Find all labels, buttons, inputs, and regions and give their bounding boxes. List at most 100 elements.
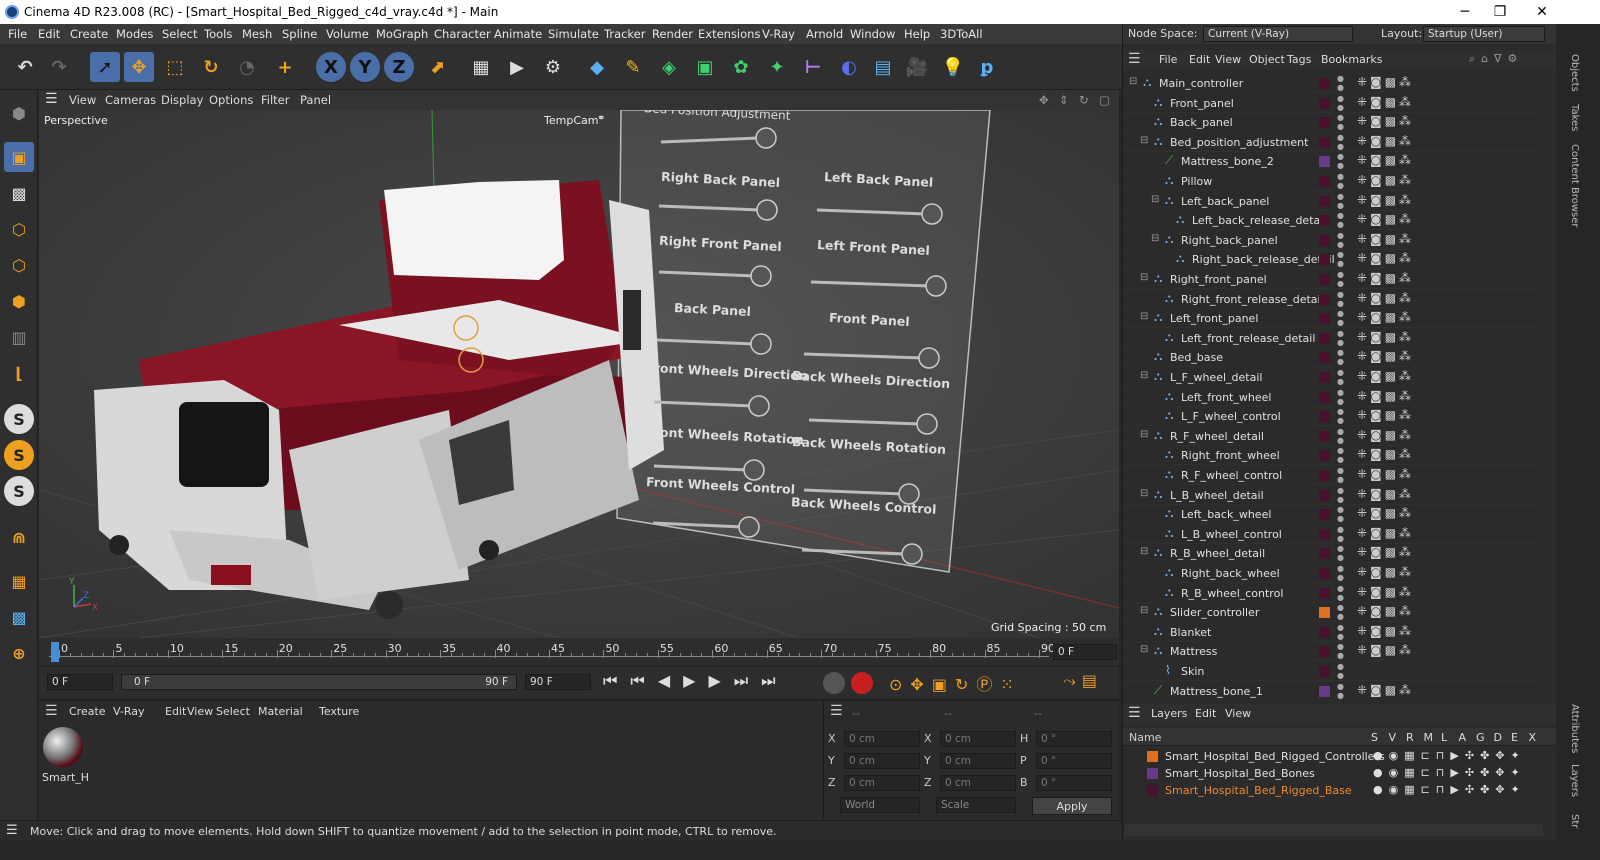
side-tab-str[interactable]: Str (1569, 814, 1580, 828)
visibility-dots-icon[interactable]: ● ● (1337, 250, 1344, 268)
slider-knob[interactable] (738, 516, 760, 538)
viewport-hamburger-icon[interactable]: ☰ (45, 91, 58, 107)
current-frame-field[interactable]: 0 F (1053, 644, 1117, 660)
object-row[interactable]: ⊟ ⛬ Slider_controller ● ● ⁜◙▩⁂ (1123, 603, 1543, 623)
visibility-dots-icon[interactable]: ● ● (1337, 642, 1344, 660)
object-name[interactable]: Right_back_wheel (1181, 567, 1280, 580)
object-name[interactable]: Bed_position_adjustment (1170, 136, 1308, 149)
object-row[interactable]: ⛬ R_B_wheel_control ● ● ⁜◙▩⁂ (1123, 584, 1543, 603)
object-row[interactable]: ⊟ ⛬ R_F_wheel_detail ● ● ⁜◙▩⁂ (1123, 427, 1543, 446)
layer-color-swatch[interactable] (1319, 254, 1330, 266)
layer-color-swatch[interactable] (1319, 117, 1330, 129)
menu-render[interactable]: Render (652, 27, 693, 41)
viewport-menu-options[interactable]: Options (209, 93, 253, 107)
record-off-icon[interactable] (823, 672, 845, 694)
object-row[interactable]: ⛬ Bed_base ● ● ⁜◙▩⁂ (1123, 348, 1543, 368)
uv-mode-icon[interactable]: ▥ (4, 322, 34, 352)
fold-toggle-icon[interactable]: ⊟ (1140, 488, 1148, 499)
visibility-dots-icon[interactable]: ● ● (1337, 466, 1344, 484)
layout-dropdown[interactable]: Startup (User) (1423, 26, 1545, 42)
material-menu-view[interactable]: View (187, 705, 213, 718)
object-tags-icon[interactable]: ⁜◙▩⁂ (1357, 310, 1414, 324)
next-key-icon[interactable]: ⏭ (734, 671, 761, 690)
object-row[interactable]: ⊟ ⛬ R_B_wheel_detail ● ● ⁜◙▩⁂ (1123, 544, 1543, 564)
object-row[interactable]: ⛬ Front_panel ● ● ⁜◙▩⁂ (1123, 94, 1543, 113)
fold-toggle-icon[interactable]: ⊟ (1140, 135, 1148, 146)
coord-value-field[interactable]: 0 cm (844, 731, 920, 747)
object-name[interactable]: Left_front_panel (1170, 312, 1258, 325)
magnet-icon[interactable]: ⋒ (4, 522, 34, 552)
make-editable-icon[interactable]: ⬢ (4, 98, 34, 128)
menu-window[interactable]: Window (850, 27, 895, 41)
object-row[interactable]: ⊟ ⛬ Bed_position_adjustment ● ● ⁜◙▩⁂ (1123, 133, 1543, 152)
snap-settings-icon[interactable]: S (4, 440, 34, 470)
snap-icon[interactable]: S (4, 404, 34, 434)
motion-icon[interactable]: ⤳ (1063, 671, 1082, 690)
viewport-pan-icon[interactable]: ⇕ (1059, 93, 1069, 107)
layer-color-swatch[interactable] (1319, 607, 1330, 619)
status-hamburger-icon[interactable]: ☰ (6, 823, 18, 838)
visibility-dots-icon[interactable]: ● ● (1337, 584, 1344, 602)
layer-color-swatch[interactable] (1147, 785, 1158, 796)
render-region-icon[interactable]: ▦ (466, 52, 496, 82)
visibility-dots-icon[interactable]: ● ● (1337, 368, 1344, 386)
recent-tool-icon[interactable]: ◔ (232, 52, 262, 82)
object-row[interactable]: ⛬ Right_front_wheel ● ● ⁜◙▩⁂ (1123, 446, 1543, 466)
layer-color-swatch[interactable] (1319, 587, 1330, 599)
maximize-icon[interactable]: ❐ (1490, 2, 1510, 22)
object-tags-icon[interactable]: ⁜◙▩⁂ (1357, 526, 1414, 540)
object-tags-icon[interactable]: ⁜◙▩⁂ (1357, 408, 1414, 422)
next-frame-icon[interactable]: ▶ (708, 671, 733, 690)
menu-create[interactable]: Create (70, 27, 108, 41)
viewport-menu-display[interactable]: Display (161, 93, 203, 107)
subdivision-icon[interactable]: ◈ (654, 52, 684, 82)
layers-col-v[interactable]: V (1389, 731, 1397, 744)
object-tags-icon[interactable]: ⁜◙▩⁂ (1357, 212, 1414, 226)
range-slider[interactable]: 0 F 90 F (121, 674, 517, 690)
objects-menu-bookmarks[interactable]: Bookmarks (1321, 53, 1382, 66)
layer-color-swatch[interactable] (1319, 646, 1330, 658)
menu-select[interactable]: Select (162, 27, 197, 41)
viewport-menu-cameras[interactable]: Cameras (105, 93, 156, 107)
layer-color-swatch[interactable] (1319, 666, 1330, 677)
layer-color-swatch[interactable] (1319, 548, 1330, 560)
cube-icon[interactable]: ◆ (582, 52, 612, 82)
camera-icon[interactable]: ⚭ (597, 113, 605, 124)
visibility-dots-icon[interactable]: ● ● (1337, 192, 1344, 210)
play-icon[interactable]: ▶ (683, 671, 708, 690)
layer-color-swatch[interactable] (1319, 156, 1330, 168)
coord-value-field[interactable]: 0 ° (1036, 753, 1112, 769)
object-row[interactable]: ⊟ ⛬ Right_back_panel ● ● ⁜◙▩⁂ (1123, 231, 1543, 250)
object-tags-icon[interactable]: ⁜◙▩⁂ (1357, 114, 1414, 128)
object-row[interactable]: ⛬ Left_front_wheel ● ● ⁜◙▩⁂ (1123, 388, 1543, 407)
layer-color-swatch[interactable] (1319, 195, 1330, 207)
object-name[interactable]: Bed_base (1170, 351, 1223, 364)
quantize-icon[interactable]: S (4, 476, 34, 506)
slider-knob[interactable] (750, 265, 772, 287)
object-tags-icon[interactable]: ⁜◙▩⁂ (1357, 134, 1414, 148)
layers-hamburger-icon[interactable]: ☰ (1128, 705, 1141, 721)
menu-modes[interactable]: Modes (116, 27, 153, 41)
paint-icon[interactable]: ⊕ (4, 638, 34, 668)
visibility-dots-icon[interactable]: ● ● (1337, 290, 1344, 308)
field-icon[interactable]: ◐ (834, 52, 864, 82)
visibility-dots-icon[interactable]: ● ● (1337, 407, 1344, 425)
y-axis-icon[interactable]: Y (350, 52, 380, 82)
object-name[interactable]: Right_front_panel (1170, 273, 1267, 286)
object-row[interactable]: ⛬ Pillow ● ● ⁜◙▩⁂ (1123, 172, 1543, 191)
menu-mograph[interactable]: MoGraph (376, 27, 428, 41)
object-name[interactable]: Left_front_release_detail (1181, 332, 1315, 345)
visibility-dots-icon[interactable]: ● ● (1337, 388, 1344, 406)
layer-color-swatch[interactable] (1319, 293, 1330, 305)
object-tags-icon[interactable]: ⁜◙▩⁂ (1357, 349, 1414, 363)
viewport-menu-panel[interactable]: Panel (300, 93, 331, 107)
slider-knob[interactable] (918, 347, 940, 369)
object-name[interactable]: Right_back_panel (1181, 234, 1278, 247)
object-tags-icon[interactable]: ⁜◙▩⁂ (1357, 683, 1414, 697)
layer-toggle-icons[interactable]: ●◉▦⊏⊓▶✣✤✥✦ (1373, 749, 1526, 762)
start-frame-field[interactable]: 0 F (47, 674, 113, 690)
undo-icon[interactable]: ↶ (10, 52, 40, 82)
object-tags-icon[interactable]: ⁜◙▩⁂ (1357, 506, 1414, 520)
light-icon[interactable]: 💡 (938, 52, 968, 82)
object-name[interactable]: Slider_controller (1170, 606, 1259, 619)
